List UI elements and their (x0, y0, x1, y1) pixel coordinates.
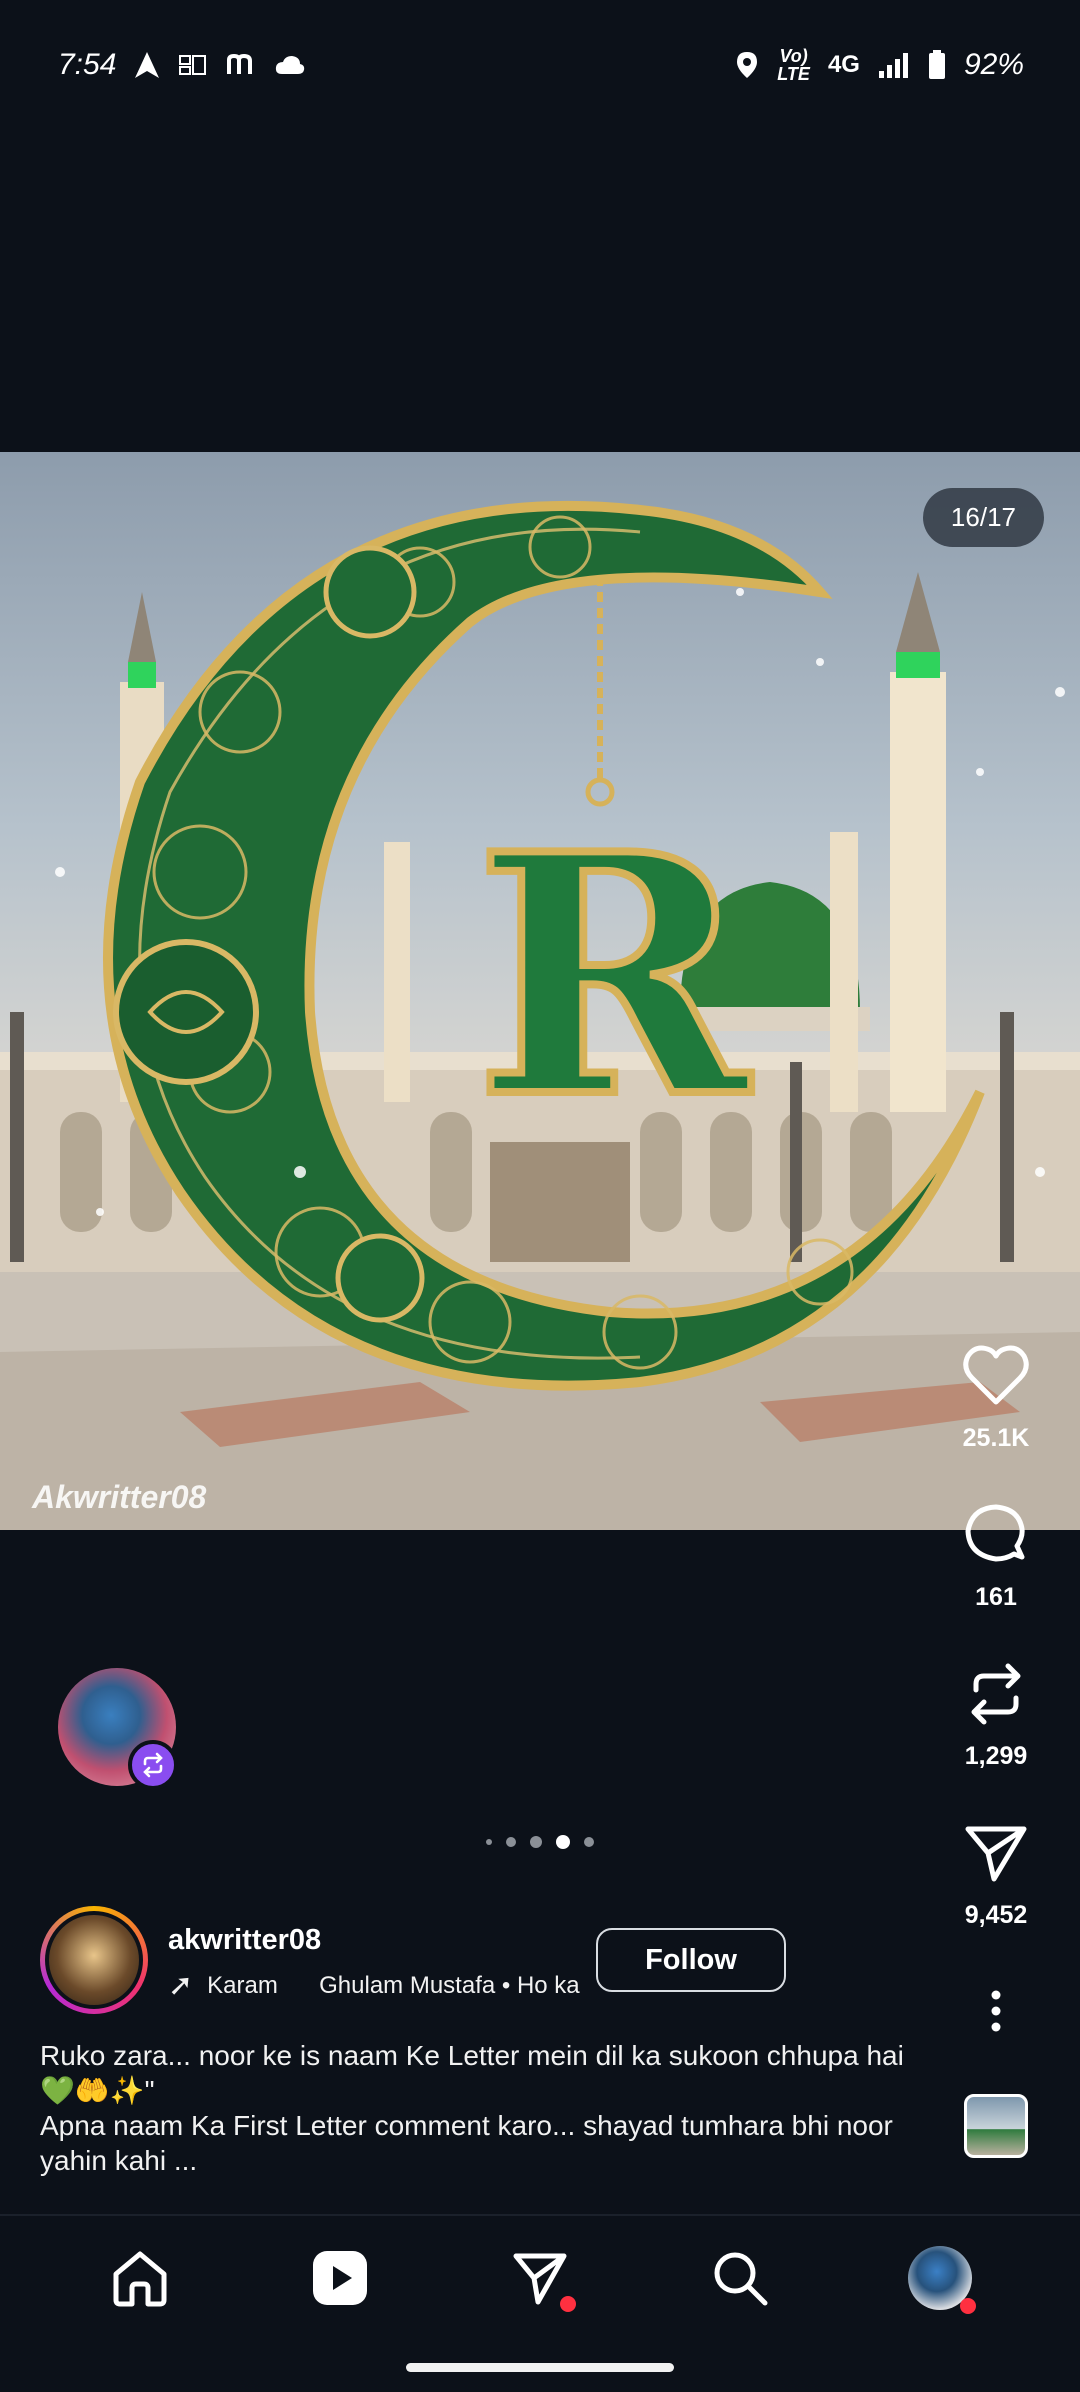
repost-count: 1,299 (964, 1742, 1028, 1770)
battery-percent: 92% (963, 48, 1024, 81)
volte-indicator: Vo) LTE (777, 46, 810, 84)
carousel-dot-active (556, 1835, 570, 1849)
navigation-icon (135, 52, 160, 78)
comment-icon[interactable] (960, 1499, 1032, 1571)
comment-action[interactable]: 161 (960, 1499, 1032, 1612)
status-right: Vo) LTE 4G 92% (735, 47, 1024, 83)
audio-info[interactable]: ➚ Karam Ghulam Mustafa • Ho ka (168, 1968, 618, 2003)
caption-line-2: Apna naam Ka First Letter comment karo..… (40, 2110, 893, 2176)
search-icon[interactable] (710, 2248, 770, 2308)
direct-notification-dot (560, 2296, 576, 2312)
battery-icon (928, 50, 945, 79)
caption-line-1: Ruko zara... noor ke is naam Ke Letter m… (40, 2040, 904, 2106)
network-type: 4G (827, 51, 860, 78)
status-left: 7:54 (58, 48, 306, 82)
carousel-dots (0, 1835, 1080, 1849)
m-app-icon (227, 53, 253, 74)
home-indicator[interactable] (406, 2363, 674, 2372)
share-count: 9,452 (964, 1901, 1028, 1929)
audio-track-2: Ghulam Mustafa • Ho ka (319, 1971, 580, 1999)
letter-r: R (475, 782, 753, 1170)
like-action[interactable]: 25.1K (960, 1340, 1032, 1453)
image-watermark: Akwritter08 (32, 1479, 207, 1515)
post-caption[interactable]: Ruko zara... noor ke is naam Ke Letter m… (40, 2038, 920, 2178)
slide-counter-badge: 16/17 (922, 488, 1044, 547)
cloud-icon (276, 56, 305, 74)
carousel-dot (530, 1836, 542, 1848)
bottom-navigation (0, 2214, 1080, 2392)
nav-direct[interactable] (500, 2238, 580, 2318)
profile-notification-dot (960, 2298, 976, 2314)
author-row: akwritter08 ➚ Karam Ghulam Mustafa • Ho … (40, 1906, 786, 2016)
repost-icon[interactable] (960, 1658, 1032, 1730)
remix-badge (128, 1740, 178, 1790)
carousel-image[interactable]: R 16/17 Akwritter08 (0, 452, 1080, 1530)
nav-home[interactable] (100, 2238, 180, 2318)
nav-reels[interactable] (300, 2238, 380, 2318)
home-icon[interactable] (110, 2248, 170, 2308)
action-column: 25.1K 161 1,299 9,452 (926, 1340, 1066, 2158)
author-username[interactable]: akwritter08 (168, 1924, 321, 1957)
signal-icon (878, 53, 908, 78)
carousel-dot (584, 1837, 594, 1847)
more-options-button[interactable] (990, 1976, 1002, 2046)
status-bar: 7:54 Vo) LTE 4G 92% (0, 0, 1080, 130)
heart-icon[interactable] (960, 1340, 1032, 1412)
remix-icon (143, 1752, 163, 1778)
send-icon[interactable] (960, 1817, 1032, 1889)
more-vertical-icon[interactable] (990, 1989, 1002, 2033)
crescent-artwork: R (0, 500, 1080, 1530)
location-icon (737, 52, 758, 78)
nav-search[interactable] (700, 2238, 780, 2318)
repost-action[interactable]: 1,299 (960, 1658, 1032, 1771)
audio-track-1: Karam (207, 1971, 278, 1999)
reels-icon[interactable] (311, 2249, 369, 2307)
carousel-dot (506, 1837, 516, 1847)
notification-app-icon (179, 55, 207, 75)
author-avatar[interactable] (40, 1906, 148, 2014)
share-action[interactable]: 9,452 (960, 1817, 1032, 1930)
nav-profile[interactable] (900, 2238, 980, 2318)
trending-arrow-icon: ➚ (168, 1969, 194, 2002)
carousel-dot (486, 1839, 492, 1845)
comment-count: 161 (975, 1583, 1017, 1611)
follow-button[interactable]: Follow (596, 1928, 786, 1992)
audio-thumbnail[interactable] (964, 2094, 1028, 2158)
like-count: 25.1K (962, 1424, 1030, 1452)
status-time: 7:54 (58, 48, 117, 81)
